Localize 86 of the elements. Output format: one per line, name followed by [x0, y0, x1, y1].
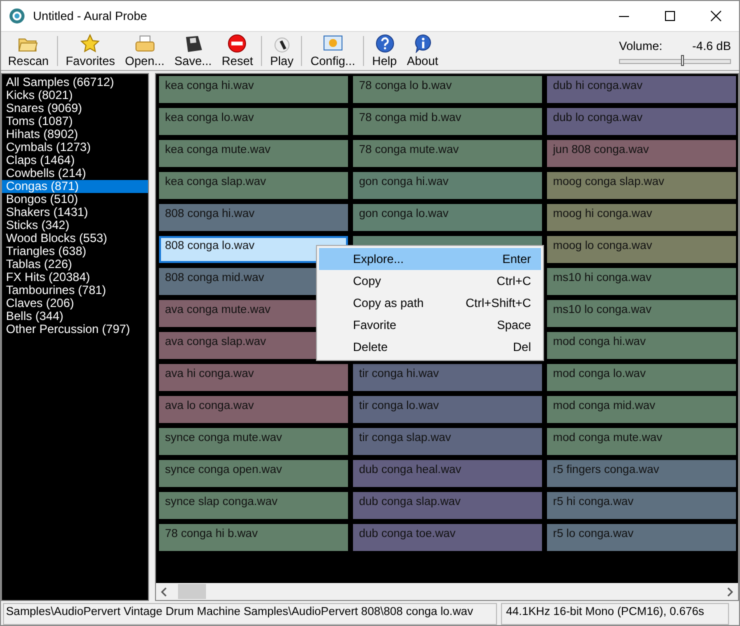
category-item[interactable]: Other Percussion (797)	[2, 323, 148, 336]
sample-tile[interactable]: jun 808 conga.wav	[547, 140, 736, 167]
maximize-icon	[664, 10, 676, 22]
sample-tile[interactable]: ava lo conga.wav	[159, 396, 348, 423]
sample-tile[interactable]: r5 fingers conga.wav	[547, 460, 736, 487]
category-item[interactable]: Claps (1464)	[2, 154, 148, 167]
sample-tile[interactable]: dub conga toe.wav	[353, 524, 542, 551]
folder-button[interactable]: Rescan	[3, 32, 54, 70]
scroll-right-icon[interactable]	[726, 586, 734, 596]
category-item[interactable]: Toms (1087)	[2, 115, 148, 128]
category-item[interactable]: Cymbals (1273)	[2, 141, 148, 154]
close-icon	[710, 10, 722, 22]
config-button[interactable]: Config...	[305, 32, 360, 70]
reset-button[interactable]: Reset	[216, 32, 258, 70]
category-item[interactable]: All Samples (66712)	[2, 76, 148, 89]
knob-icon	[274, 37, 290, 53]
sample-tile[interactable]: 78 conga mute.wav	[353, 140, 542, 167]
category-item[interactable]: Snares (9069)	[2, 102, 148, 115]
save-button[interactable]: Save...	[169, 32, 217, 70]
open-button[interactable]: Open...	[120, 32, 170, 70]
slider-thumb[interactable]	[680, 54, 684, 66]
category-item[interactable]: Kicks (8021)	[2, 89, 148, 102]
scroll-left-icon[interactable]	[160, 586, 168, 596]
sample-tile[interactable]: r5 hi conga.wav	[547, 492, 736, 519]
audio-info: 44.1KHz 16-bit Mono (PCM16), 0.676s	[501, 603, 729, 625]
sample-tile[interactable]: r5 lo conga.wav	[547, 524, 736, 551]
category-item[interactable]: Hihats (8902)	[2, 128, 148, 141]
sample-tile[interactable]: moog lo conga.wav	[547, 236, 736, 263]
info-icon	[412, 34, 433, 53]
sample-tile[interactable]: kea conga mute.wav	[159, 140, 348, 167]
printer-icon	[134, 35, 155, 53]
help-icon	[374, 34, 395, 53]
sample-tile[interactable]: kea conga slap.wav	[159, 172, 348, 199]
category-item[interactable]: Bongos (510)	[2, 193, 148, 206]
sample-tile[interactable]: ms10 lo conga.wav	[547, 300, 736, 327]
volume-reading: -4.6 dB	[692, 38, 731, 52]
sample-tile[interactable]: 808 conga hi.wav	[159, 204, 348, 231]
sample-tile[interactable]: gon conga lo.wav	[353, 204, 542, 231]
sample-tile[interactable]: mod conga hi.wav	[547, 332, 736, 359]
sample-tile[interactable]: dub conga heal.wav	[353, 460, 542, 487]
play-button[interactable]: Play	[265, 32, 298, 70]
sample-tile[interactable]: mod conga mute.wav	[547, 428, 736, 455]
sample-tile[interactable]: dub conga slap.wav	[353, 492, 542, 519]
sample-tile[interactable]: synce conga open.wav	[159, 460, 348, 487]
sample-tile[interactable]: mod conga lo.wav	[547, 364, 736, 391]
sample-tile[interactable]: tir conga slap.wav	[353, 428, 542, 455]
sample-tile[interactable]: dub hi conga.wav	[547, 76, 736, 103]
sample-tile[interactable]: kea conga lo.wav	[159, 108, 348, 135]
sample-tile[interactable]: gon conga hi.wav	[353, 172, 542, 199]
sample-tile[interactable]: dub lo conga.wav	[547, 108, 736, 135]
file-path: Samples\AudioPervert Vintage Drum Machine Samples\AudioPervert 808\808 conga lo.wav	[3, 603, 497, 625]
sample-tile[interactable]: 78 conga hi b.wav	[159, 524, 348, 551]
sample-tile[interactable]: ms10 hi conga.wav	[547, 268, 736, 295]
category-item[interactable]: Claves (206)	[2, 297, 148, 310]
sample-tile[interactable]: 78 conga lo b.wav	[353, 76, 542, 103]
menu-item[interactable]: Explore... Enter	[319, 248, 541, 270]
star-icon	[80, 34, 100, 53]
category-item[interactable]: Shakers (1431)	[2, 206, 148, 219]
help-button[interactable]: Help	[367, 32, 402, 70]
category-item[interactable]: Sticks (342)	[2, 219, 148, 232]
volume-label: Volume:	[619, 38, 662, 52]
about-button[interactable]: About	[402, 32, 444, 70]
sample-tile[interactable]: 78 conga mid b.wav	[353, 108, 542, 135]
category-item[interactable]: Bells (344)	[2, 310, 148, 323]
sample-tile[interactable]: moog conga slap.wav	[547, 172, 736, 199]
category-item[interactable]: Cowbells (214)	[2, 167, 148, 180]
sample-tile[interactable]: ava hi conga.wav	[159, 364, 348, 391]
sample-tile[interactable]: mod conga mid.wav	[547, 396, 736, 423]
category-item[interactable]: Tambourines (781)	[2, 284, 148, 297]
sample-tile[interactable]: moog hi conga.wav	[547, 204, 736, 231]
sample-tile[interactable]: synce conga mute.wav	[159, 428, 348, 455]
settings-icon	[322, 35, 343, 53]
star-button[interactable]: Favorites	[60, 32, 120, 70]
category-item[interactable]: Tablas (226)	[2, 258, 148, 271]
sample-tile[interactable]: tir conga lo.wav	[353, 396, 542, 423]
category-item[interactable]: Triangles (638)	[2, 245, 148, 258]
stop-icon	[227, 34, 248, 53]
app-logo-icon	[9, 8, 25, 24]
sample-tile[interactable]: tir conga hi.wav	[353, 364, 542, 391]
scrollbar-thumb[interactable]	[178, 584, 206, 599]
category-item[interactable]: Wood Blocks (553)	[2, 232, 148, 245]
window-title: Untitled - Aural Probe	[33, 9, 148, 23]
category-item[interactable]: Congas (871)	[2, 180, 148, 193]
category-item[interactable]: FX Hits (20384)	[2, 271, 148, 284]
sample-tile[interactable]: synce slap conga.wav	[159, 492, 348, 519]
sample-tile[interactable]: kea conga hi.wav	[159, 76, 348, 103]
